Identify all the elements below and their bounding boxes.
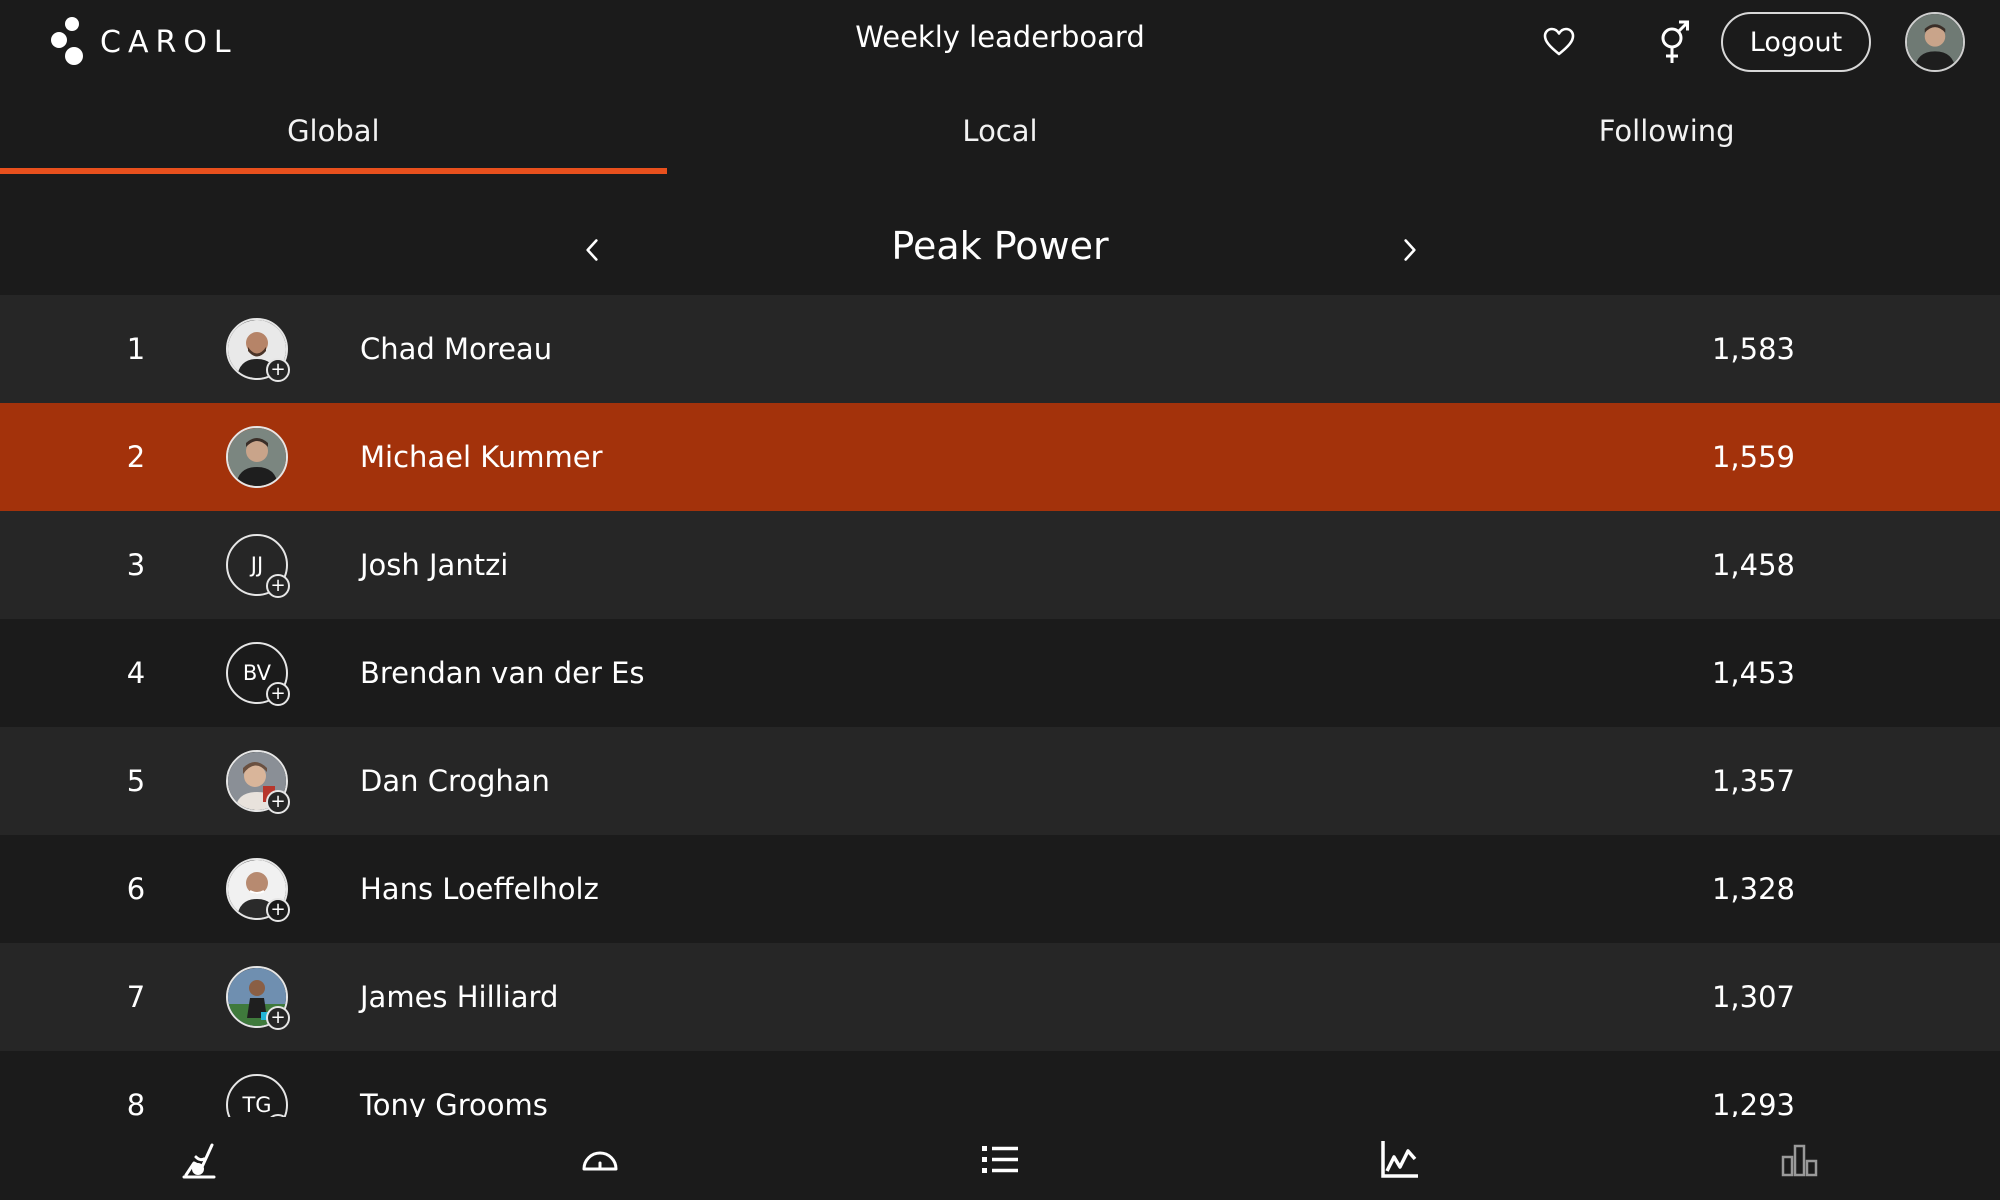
follow-plus-icon[interactable]: + [266,574,290,598]
tab-following[interactable]: Following [1333,100,2000,174]
user-score: 1,559 [1711,440,1795,474]
leaderboard-row[interactable]: 8 TG + Tony Grooms 1,293 [0,1051,2000,1117]
user-name[interactable]: Brendan van der Es [360,619,645,727]
user-score: 1,453 [1711,656,1795,690]
line-chart-icon [1381,1140,1418,1178]
user-score: 1,328 [1711,872,1795,906]
user-score: 1,583 [1711,332,1795,366]
leaderboard-list: 1 + Chad Moreau 1,583 2 Michael Kummer 1… [0,295,2000,1117]
heart-icon [1543,27,1575,56]
avatar-photo [228,428,286,486]
chevron-left-icon [586,239,598,261]
bar-chart-icon [1781,1144,1818,1176]
rank-number: 2 [126,440,146,474]
favorite-button[interactable] [1538,22,1580,62]
bike-icon [182,1143,216,1178]
nav-progress[interactable] [1200,1117,1600,1200]
user-score: 1,357 [1711,764,1795,798]
leaderboard-tabs: Global Local Following [0,100,2000,174]
rank-number: 1 [126,332,146,366]
tab-local[interactable]: Local [667,100,1334,174]
gender-icon [1661,20,1689,63]
user-name[interactable]: James Hilliard [360,943,558,1051]
metric-selector: Peak Power [0,210,2000,294]
nav-workouts[interactable] [800,1117,1200,1200]
leaderboard-row-current-user[interactable]: 2 Michael Kummer 1,559 [0,403,2000,511]
user-avatar[interactable] [226,426,288,488]
user-avatar[interactable]: JJ + [226,534,290,598]
page-title: Weekly leaderboard [855,20,1145,54]
user-avatar[interactable]: BV + [226,642,290,706]
nav-dashboard[interactable] [400,1117,800,1200]
leaderboard-row[interactable]: 3 JJ + Josh Jantzi 1,458 [0,511,2000,619]
list-icon [982,1145,1018,1173]
user-score: 1,307 [1711,980,1795,1014]
avatar-initials: TG [242,1093,272,1117]
nav-leaderboard[interactable] [1600,1117,2000,1200]
leaderboard-row[interactable]: 7 + James Hilliard 1,307 [0,943,2000,1051]
follow-plus-icon[interactable]: + [266,682,290,706]
leaderboard-row[interactable]: 4 BV + Brendan van der Es 1,453 [0,619,2000,727]
user-avatar[interactable]: + [226,750,290,814]
user-name[interactable]: Hans Loeffelholz [360,835,599,943]
user-name[interactable]: Josh Jantzi [360,511,508,619]
gauge-icon [582,1151,618,1170]
gender-filter-button[interactable] [1652,16,1696,68]
carol-logo[interactable]: CAROL [50,16,238,68]
logout-button[interactable]: Logout [1721,12,1871,72]
user-avatar[interactable]: + [226,966,290,1030]
user-avatar[interactable]: TG + [226,1074,290,1117]
tab-global[interactable]: Global [0,100,667,174]
leaderboard-row[interactable]: 1 + Chad Moreau 1,583 [0,295,2000,403]
app-root: CAROL Weekly leaderboard Logout Global L… [0,0,2000,1200]
leaderboard-row[interactable]: 6 + Hans Loeffelholz 1,328 [0,835,2000,943]
user-score: 1,458 [1711,548,1795,582]
follow-plus-icon[interactable]: + [266,1006,290,1030]
carol-logo-icon [51,17,83,65]
chevron-right-icon [1404,239,1416,261]
user-name[interactable]: Dan Croghan [360,727,550,835]
user-name[interactable]: Tony Grooms [360,1051,548,1117]
user-name[interactable]: Chad Moreau [360,295,552,403]
previous-metric-button[interactable] [570,228,614,272]
profile-avatar[interactable] [1905,12,1965,72]
avatar-photo [1907,14,1963,70]
top-bar: CAROL Weekly leaderboard Logout [0,0,2000,84]
rank-number: 5 [126,764,146,798]
rank-number: 4 [126,656,146,690]
user-score: 1,293 [1711,1088,1795,1117]
rank-number: 6 [126,872,146,906]
metric-title: Peak Power [891,224,1109,268]
nav-ride[interactable] [0,1117,400,1200]
leaderboard-row[interactable]: 5 + Dan Croghan 1,357 [0,727,2000,835]
rank-number: 3 [126,548,146,582]
follow-plus-icon[interactable]: + [266,358,290,382]
rank-number: 8 [126,1088,146,1117]
follow-plus-icon[interactable]: + [266,898,290,922]
next-metric-button[interactable] [1388,228,1432,272]
user-avatar[interactable]: + [226,858,290,922]
logo-text: CAROL [100,24,238,60]
bottom-nav [0,1117,2000,1200]
follow-plus-icon[interactable]: + [266,790,290,814]
rank-number: 7 [126,980,146,1014]
user-name[interactable]: Michael Kummer [360,403,603,511]
user-avatar[interactable]: + [226,318,290,382]
